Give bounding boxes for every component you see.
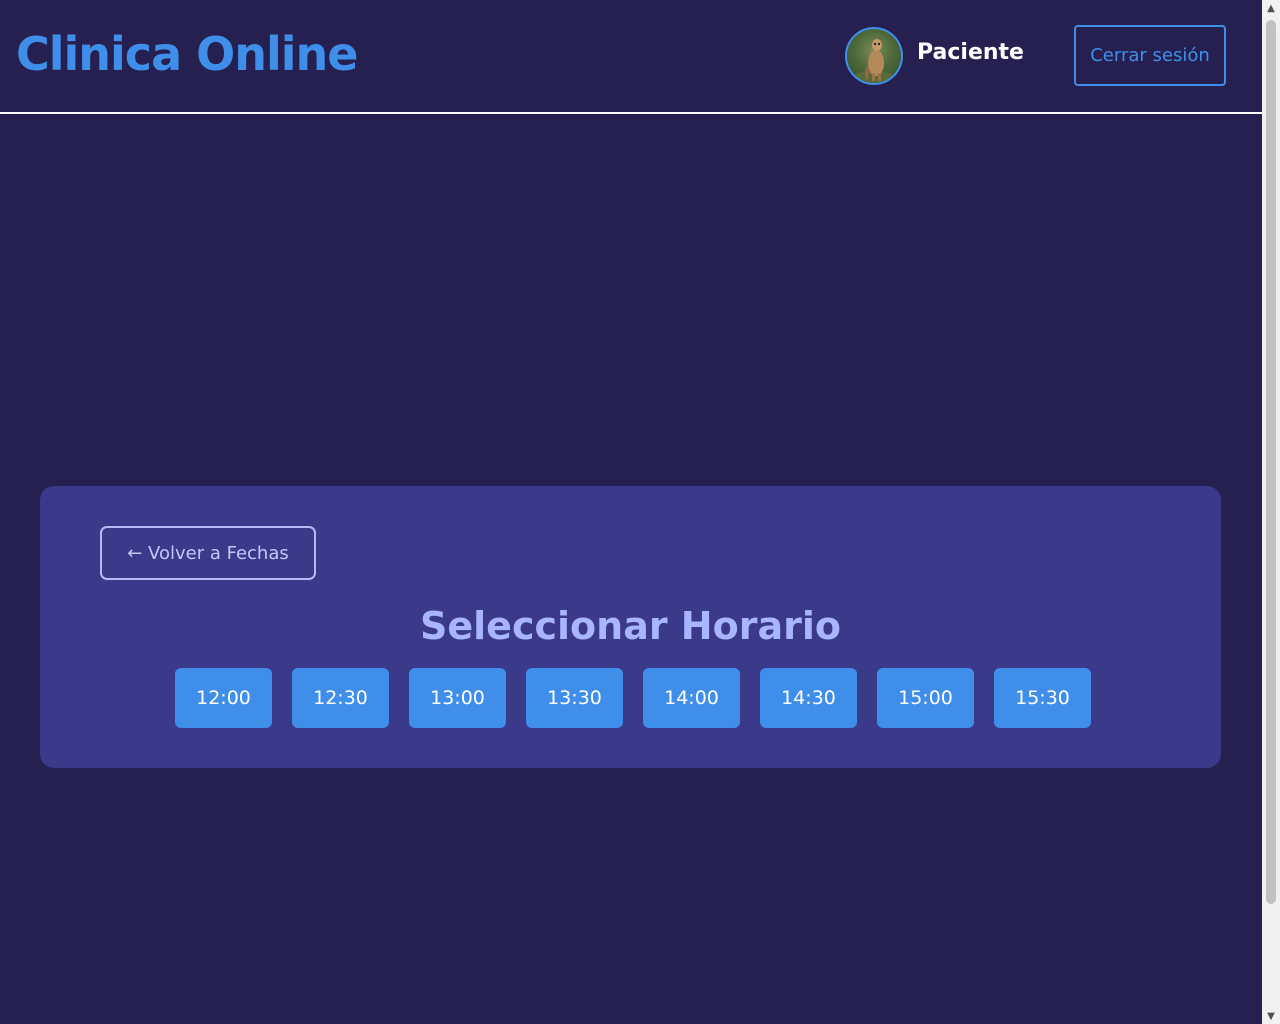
time-slot-button[interactable]: 15:00 [877, 668, 974, 728]
time-slot-list: 12:00 12:30 13:00 13:30 14:00 14:30 15:0… [175, 668, 1091, 728]
user-info: Paciente [845, 25, 1024, 87]
time-slot-button[interactable]: 14:30 [760, 668, 857, 728]
page: Clinica Online Paciente Cerrar sesión ← … [0, 0, 1262, 1024]
scroll-thumb[interactable] [1266, 20, 1276, 904]
time-slot-button[interactable]: 14:00 [643, 668, 740, 728]
logout-button[interactable]: Cerrar sesión [1074, 25, 1226, 86]
back-to-dates-button[interactable]: ← Volver a Fechas [100, 526, 316, 580]
time-slot-button[interactable]: 12:00 [175, 668, 272, 728]
time-slot-button[interactable]: 12:30 [292, 668, 389, 728]
user-role-label: Paciente [917, 39, 1024, 65]
section-title: Seleccionar Horario [420, 604, 841, 648]
time-slot-button[interactable]: 13:00 [409, 668, 506, 728]
time-slot-button[interactable]: 13:30 [526, 668, 623, 728]
user-avatar[interactable] [845, 27, 903, 85]
meerkat-avatar-icon [852, 39, 896, 83]
top-bar: Clinica Online Paciente Cerrar sesión [0, 0, 1262, 114]
brand-title: Clinica Online [16, 27, 358, 81]
scroll-up-arrow-icon[interactable]: ▲ [1262, 0, 1280, 16]
vertical-scrollbar[interactable]: ▲ ▼ [1262, 0, 1280, 1024]
schedule-card: ← Volver a Fechas Seleccionar Horario 12… [40, 486, 1221, 768]
time-slot-button[interactable]: 15:30 [994, 668, 1091, 728]
scroll-down-arrow-icon[interactable]: ▼ [1262, 1008, 1280, 1024]
